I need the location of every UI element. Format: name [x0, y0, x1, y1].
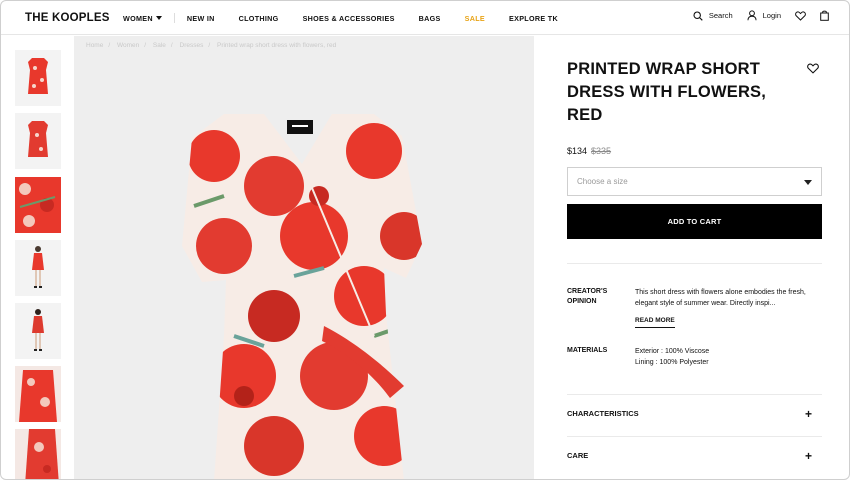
page: THE KOOPLES WOMEN NEW IN CLOTHING SHOES …	[0, 0, 850, 480]
nav-item-bags[interactable]: BAGS	[419, 14, 441, 23]
accordion-care[interactable]: CARE +	[567, 449, 822, 463]
dress-image	[182, 114, 422, 479]
thumb-back-packshot[interactable]	[15, 113, 61, 169]
divider	[567, 394, 822, 395]
size-select[interactable]: Choose a size	[567, 167, 822, 196]
product-title: PRINTED WRAP SHORT DRESS WITH FLOWERS, R…	[567, 60, 767, 124]
add-to-wishlist-button[interactable]	[807, 61, 819, 79]
nav-divider	[173, 13, 175, 23]
chevron-down-icon	[804, 180, 812, 185]
wishlist-button[interactable]	[795, 10, 806, 21]
nav-item-sale[interactable]: SALE	[465, 14, 485, 23]
creators-opinion-label: CREATOR'S OPINION	[567, 288, 608, 305]
user-icon	[747, 10, 757, 21]
thumb-model-back[interactable]	[15, 303, 61, 359]
main-nav: WOMEN NEW IN CLOTHING SHOES & ACCESSORIE…	[123, 13, 582, 23]
login-label: Login	[762, 11, 781, 20]
search-label: Search	[708, 11, 733, 20]
add-to-cart-button[interactable]: ADD TO CART	[567, 204, 822, 239]
nav-item-women[interactable]: WOMEN	[123, 14, 162, 23]
current-price: $134	[567, 146, 588, 156]
nav-item-explore-tk[interactable]: EXPLORE TK	[509, 14, 558, 23]
price: $134 $335	[567, 146, 611, 156]
thumb-model-side[interactable]	[15, 366, 61, 422]
header-actions: Search Login	[679, 10, 829, 21]
product-panel: PRINTED WRAP SHORT DRESS WITH FLOWERS, R…	[535, 36, 849, 479]
nav-item-new-in[interactable]: NEW IN	[187, 14, 215, 23]
thumb-model-front[interactable]	[15, 240, 61, 296]
accordion-characteristics[interactable]: CHARACTERISTICS +	[567, 407, 822, 421]
divider	[567, 263, 822, 264]
size-placeholder: Choose a size	[577, 177, 628, 186]
thumb-detail[interactable]	[15, 177, 61, 233]
thumbnail-strip	[1, 36, 73, 479]
creators-opinion-text: This short dress with flowers alone embo…	[635, 289, 806, 307]
heart-icon	[807, 63, 819, 74]
thumb-model-detail[interactable]	[15, 429, 61, 479]
divider	[567, 436, 822, 437]
login-button[interactable]: Login	[747, 10, 781, 21]
chevron-down-icon	[155, 16, 162, 20]
original-price: $335	[591, 146, 612, 156]
shopping-bag-icon	[820, 10, 829, 21]
accordion-label: CARE	[567, 451, 589, 460]
nav-item-clothing[interactable]: CLOTHING	[239, 14, 279, 23]
search-button[interactable]: Search	[693, 10, 733, 21]
materials-label: MATERIALS	[567, 347, 608, 354]
materials-text: Exterior : 100% Viscose Lining : 100% Po…	[635, 346, 825, 368]
materials-line: Exterior : 100% Viscose	[635, 348, 710, 355]
accordion-label: CHARACTERISTICS	[567, 409, 639, 418]
product-gallery: Home / Women / Sale / Dresses / Printed wrap…	[74, 36, 534, 479]
brand-logo[interactable]: THE KOOPLES	[25, 12, 110, 24]
heart-icon	[795, 10, 806, 21]
site-header: THE KOOPLES WOMEN NEW IN CLOTHING SHOES …	[1, 1, 849, 35]
plus-icon: +	[804, 449, 812, 463]
search-icon	[693, 10, 703, 21]
nav-item-shoes-accessories[interactable]: SHOES & ACCESSORIES	[303, 14, 395, 23]
cart-button[interactable]	[820, 10, 829, 21]
plus-icon: +	[804, 407, 812, 421]
thumb-front-packshot[interactable]	[15, 50, 61, 106]
materials-line: Lining : 100% Polyester	[635, 359, 709, 366]
nav-item-label: WOMEN	[123, 13, 153, 23]
read-more-link[interactable]: READ MORE	[635, 317, 675, 328]
